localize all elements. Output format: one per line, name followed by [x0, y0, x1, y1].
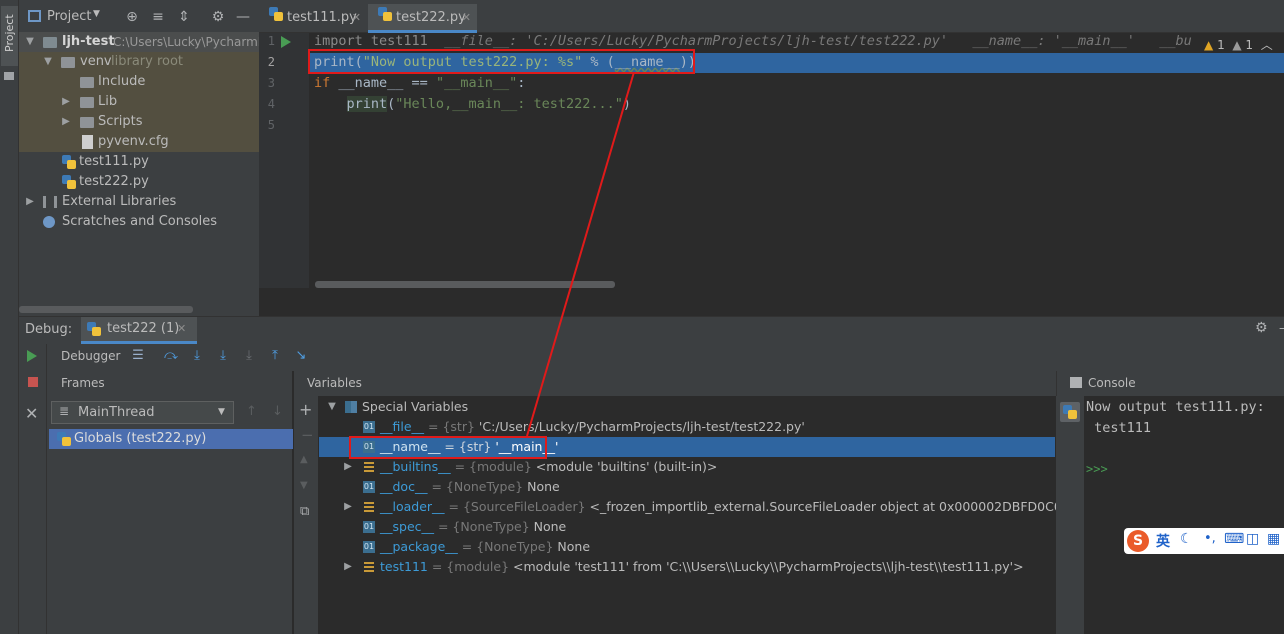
annotation-arrow [526, 71, 635, 437]
